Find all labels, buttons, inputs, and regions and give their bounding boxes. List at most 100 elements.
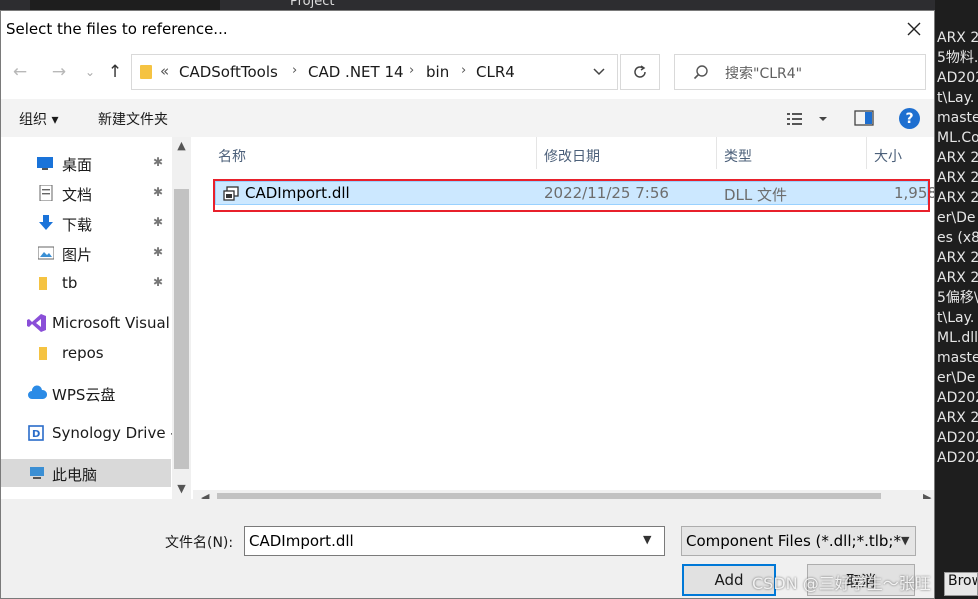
forward-button[interactable]: → [48, 61, 70, 83]
background-output-line: ARX 2 [937, 410, 978, 426]
details-view-icon [787, 113, 827, 125]
background-browse-button[interactable]: Brow [944, 572, 978, 596]
new-folder-button[interactable]: 新建文件夹 [98, 109, 168, 129]
nav-item-label: Synology Drive - [52, 424, 176, 442]
background-output-line: AD202 [937, 390, 978, 406]
file-modified: 2022/11/25 7:56 [544, 184, 669, 202]
column-divider[interactable] [536, 137, 537, 169]
documents-icon [39, 185, 53, 201]
breadcrumb-item[interactable]: CAD .NET 14 [308, 63, 404, 81]
title-bar: Select the files to reference... [1, 11, 934, 47]
column-header-size[interactable]: 大小 [874, 146, 902, 166]
recent-locations-button[interactable]: ⌄ [79, 61, 101, 83]
filetype-value: Component Files (*.dll;*.tlb;* [686, 532, 901, 550]
address-bar[interactable]: « CADSoftTools › CAD .NET 14 › bin › CLR… [131, 54, 618, 90]
nav-item-this-pc[interactable]: 此电脑 [1, 459, 171, 487]
desktop-icon [37, 157, 53, 170]
refresh-button[interactable] [620, 54, 660, 90]
background-output-line: 5物料. [937, 50, 978, 66]
chevron-down-icon: ▼ [901, 534, 910, 547]
column-header-name[interactable]: 名称 [218, 146, 246, 166]
background-output-line: maste [937, 350, 978, 366]
background-project-label: Project [290, 0, 335, 9]
chevron-right-icon[interactable]: › [409, 63, 414, 78]
search-placeholder: 搜索"CLR4" [725, 66, 803, 82]
background-output-line: AD202 [937, 450, 978, 466]
nav-item-label: 图片 [62, 246, 93, 264]
breadcrumb-item[interactable]: bin [426, 63, 449, 81]
nav-item-desktop[interactable]: 桌面 ✱ [1, 149, 171, 177]
breadcrumb-item[interactable]: CADSoftTools [179, 63, 278, 81]
change-view-button[interactable] [785, 109, 831, 129]
nav-item-label: 桌面 [62, 156, 93, 174]
nav-scrollbar[interactable]: ▲ ▼ [172, 137, 191, 499]
nav-item-pictures[interactable]: 图片 ✱ [1, 239, 171, 267]
background-output-line: AD202 [937, 430, 978, 446]
scroll-up-icon[interactable]: ▲ [172, 139, 191, 152]
background-output-line: t\Lay. [937, 310, 975, 326]
chevron-down-icon [593, 68, 605, 76]
cloud-icon [28, 385, 47, 399]
dialog-title: Select the files to reference... [6, 20, 228, 38]
scroll-down-icon[interactable]: ▼ [172, 482, 191, 495]
nav-item-label: Microsoft Visual [52, 314, 170, 332]
background-output-line: ARX 2 [937, 150, 978, 166]
column-header-type[interactable]: 类型 [724, 146, 752, 166]
back-button[interactable]: ← [9, 61, 31, 83]
sort-ascending-icon: ⌃ [367, 137, 376, 144]
organize-menu[interactable]: 组织 ▾ [19, 109, 58, 129]
nav-item-label: tb [62, 274, 78, 292]
svg-text:D: D [32, 429, 40, 440]
address-dropdown-button[interactable] [588, 62, 610, 82]
file-type: DLL 文件 [724, 186, 788, 204]
background-ide-output: ARX 2 5物料. AD202 t\Lay. maste ML.Co. ARX 2 ARX … [935, 0, 978, 599]
search-input[interactable]: 搜索"CLR4" [674, 54, 926, 90]
filetype-select[interactable]: Component Files (*.dll;*.tlb;* ▼ [681, 526, 916, 556]
nav-item-tb[interactable]: tb ✱ [1, 269, 171, 297]
file-size: 1,958 [894, 184, 935, 202]
background-output-line: ARX 2 [937, 190, 978, 206]
pin-icon: ✱ [153, 215, 164, 229]
preview-pane-icon [854, 110, 874, 126]
breadcrumb-overflow[interactable]: « [160, 62, 169, 80]
background-output-line: es (x8. [937, 230, 978, 246]
folder-icon [39, 347, 47, 360]
chevron-right-icon[interactable]: › [461, 63, 466, 78]
background-output-line: ARX 2 [937, 270, 978, 286]
background-output-line: maste [937, 110, 978, 126]
chevron-down-icon[interactable]: ▼ [643, 533, 651, 546]
nav-item-documents[interactable]: 文档 ✱ [1, 179, 171, 207]
pin-icon: ✱ [153, 155, 164, 169]
up-button[interactable]: ↑ [104, 61, 126, 83]
computer-icon [30, 467, 44, 479]
breadcrumb-item[interactable]: CLR4 [476, 63, 515, 81]
preview-pane-button[interactable] [854, 109, 874, 127]
pin-icon: ✱ [153, 245, 164, 259]
download-icon [39, 215, 53, 230]
scroll-left-icon[interactable]: ◀ [201, 491, 209, 499]
help-button[interactable]: ? [899, 108, 920, 129]
column-divider[interactable] [716, 137, 717, 169]
nav-item-visual-studio[interactable]: Microsoft Visual [1, 309, 171, 337]
filename-input[interactable] [244, 526, 665, 556]
column-divider[interactable] [866, 137, 867, 169]
background-output-line: ML.dll [937, 330, 978, 346]
nav-item-wps-cloud[interactable]: WPS云盘 [1, 379, 171, 407]
background-output-line: ARX 2 [937, 170, 978, 186]
table-row[interactable]: CADImport.dll 2022/11/25 7:56 DLL 文件 1,9… [215, 181, 934, 205]
scrollbar-thumb[interactable] [174, 189, 189, 469]
file-name: CADImport.dll [245, 184, 350, 202]
scroll-right-icon[interactable]: ▶ [923, 491, 931, 499]
background-output-line: t\Lay. [937, 90, 975, 106]
file-list: ⌃ 名称 修改日期 类型 大小 CADImport.dll 2022/11/25… [193, 137, 934, 499]
visual-studio-icon [27, 314, 46, 332]
nav-item-repos[interactable]: repos [1, 339, 171, 367]
close-button[interactable] [896, 15, 932, 43]
background-output-line: ARX 2 [937, 250, 978, 266]
column-header-modified[interactable]: 修改日期 [544, 146, 600, 166]
command-bar: 组织 ▾ 新建文件夹 ? [1, 99, 934, 137]
nav-item-synology[interactable]: D Synology Drive - [1, 419, 176, 447]
chevron-right-icon[interactable]: › [292, 63, 297, 78]
horizontal-scrollbar[interactable]: ◀ ▶ [193, 490, 934, 499]
nav-item-downloads[interactable]: 下载 ✱ [1, 209, 171, 237]
